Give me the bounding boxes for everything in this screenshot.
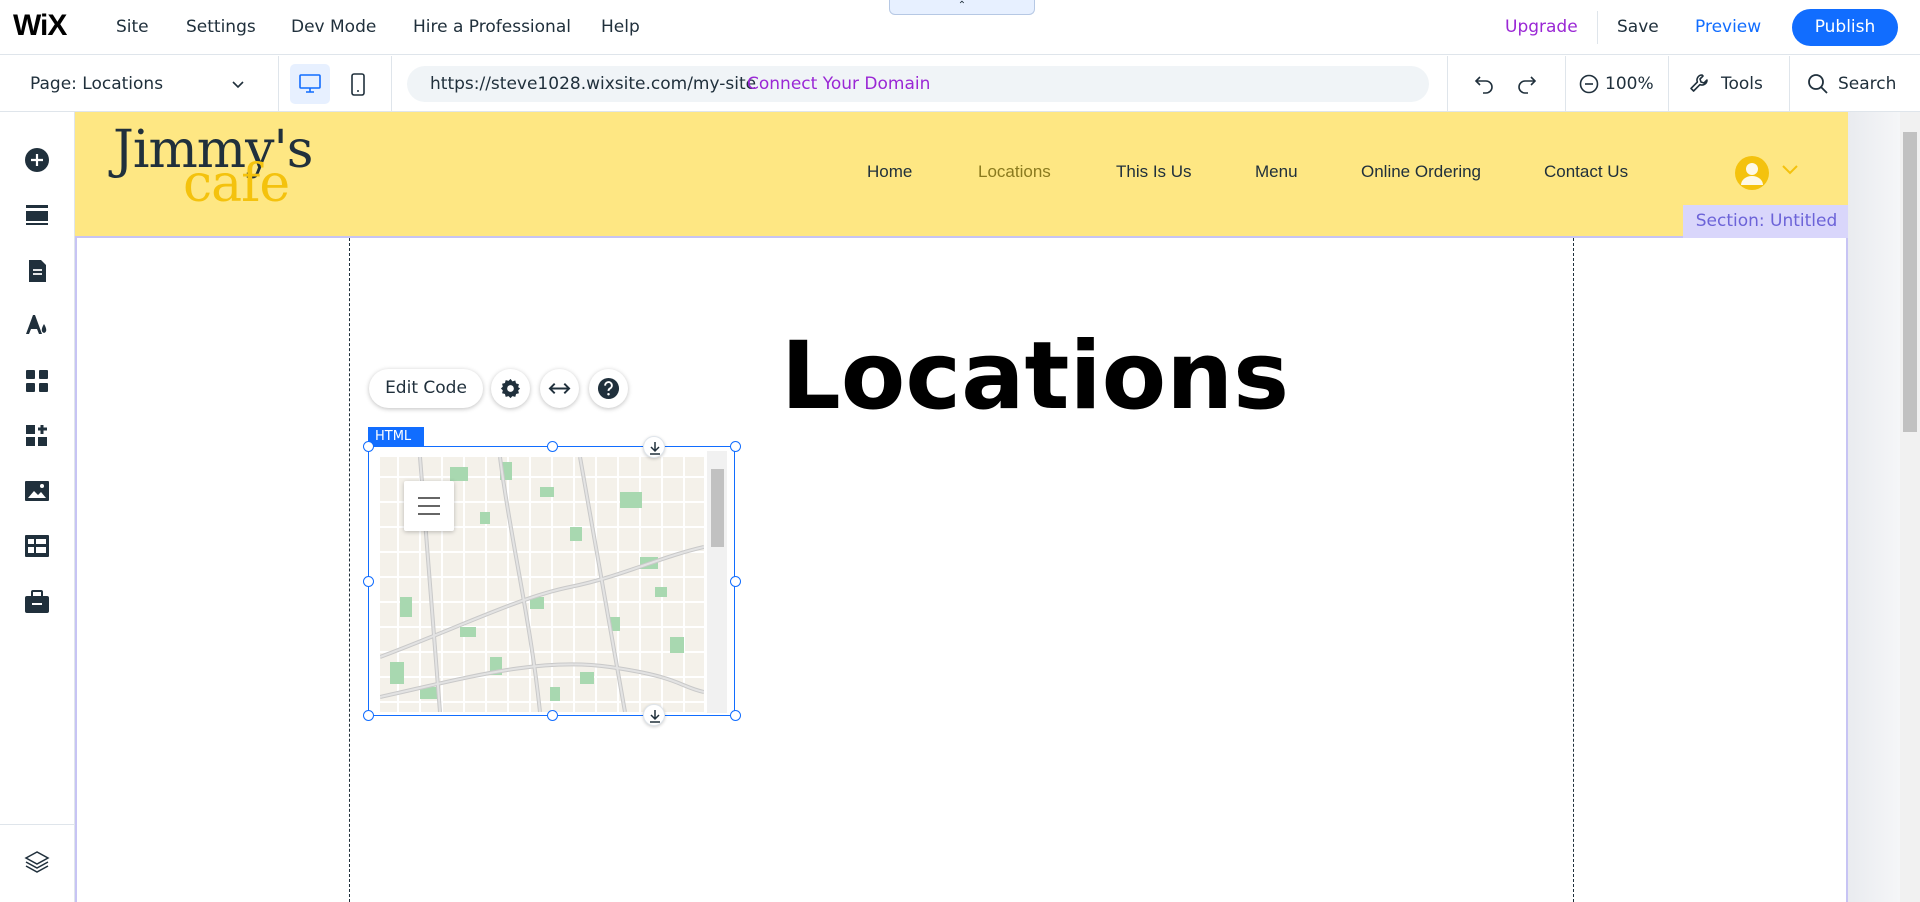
divider [1597, 11, 1598, 44]
business-icon[interactable] [24, 589, 50, 615]
add-icon[interactable] [24, 147, 50, 173]
resize-handle-bottom[interactable] [547, 710, 558, 721]
canvas-gutter [1848, 112, 1900, 902]
media-icon[interactable] [24, 478, 50, 504]
search-icon[interactable] [1806, 72, 1830, 96]
grid-line-right [1573, 238, 1574, 902]
embed-scrollbar[interactable] [707, 451, 727, 713]
download-icon [650, 442, 660, 455]
divider [278, 56, 279, 112]
divider [1565, 56, 1566, 112]
site-menu-menu[interactable]: Menu [1255, 162, 1298, 182]
resize-handle-top-left[interactable] [363, 441, 374, 452]
member-avatar[interactable] [1735, 156, 1769, 190]
site-header[interactable]: Jimmy's cafe Home Locations This Is Us M… [75, 112, 1848, 238]
section-label[interactable]: Section: Untitled [1683, 205, 1848, 238]
preview-button[interactable]: Preview [1695, 17, 1761, 37]
collapse-toolbar-handle[interactable]: ⌃ [889, 0, 1035, 15]
resize-handle-bottom-right[interactable] [730, 710, 741, 721]
save-button[interactable]: Save [1617, 17, 1659, 37]
user-icon [1741, 163, 1763, 185]
pages-icon[interactable] [24, 258, 50, 284]
zoom-level[interactable]: 100% [1605, 74, 1654, 94]
embedded-map[interactable] [380, 457, 704, 712]
menu-hire-professional[interactable]: Hire a Professional [413, 17, 571, 37]
hamburger-icon [418, 497, 440, 515]
site-menu-locations[interactable]: Locations [978, 162, 1051, 182]
sections-icon[interactable] [24, 202, 50, 228]
desktop-icon [299, 74, 321, 93]
chevron-down-icon[interactable] [1781, 164, 1799, 176]
search-button[interactable]: Search [1838, 74, 1896, 94]
page-selector[interactable]: Page: Locations [30, 74, 163, 94]
mobile-icon [351, 73, 365, 96]
tools-button[interactable]: Tools [1721, 74, 1763, 94]
site-url: https://steve1028.wixsite.com/my-site [430, 74, 757, 94]
download-icon [650, 710, 660, 723]
html-embed-element[interactable] [363, 436, 741, 726]
resize-handle-top-right[interactable] [730, 441, 741, 452]
divider [1447, 56, 1448, 112]
desktop-view-button[interactable] [290, 64, 330, 104]
editor-top-bar: WiX Site Settings Dev Mode Hire a Profes… [0, 0, 1920, 55]
embed-scrollbar-thumb[interactable] [711, 469, 724, 547]
resize-handle-bottom-left[interactable] [363, 710, 374, 721]
settings-button[interactable] [491, 369, 530, 408]
redo-icon[interactable] [1515, 72, 1539, 96]
menu-dev-mode[interactable]: Dev Mode [291, 17, 376, 37]
undo-icon[interactable] [1472, 72, 1496, 96]
site-logo-line2[interactable]: cafe [183, 154, 290, 214]
page-heading[interactable]: Locations [715, 322, 1355, 431]
site-url-bar[interactable]: https://steve1028.wixsite.com/my-site Co… [407, 66, 1429, 102]
gear-icon [500, 378, 521, 399]
upgrade-link[interactable]: Upgrade [1505, 17, 1578, 37]
html-element-tag: HTML [368, 427, 424, 446]
site-menu-online-ordering[interactable]: Online Ordering [1361, 162, 1481, 182]
publish-button[interactable]: Publish [1792, 9, 1898, 46]
design-icon[interactable] [24, 312, 50, 338]
divider [0, 824, 75, 825]
menu-settings[interactable]: Settings [186, 17, 256, 37]
left-sidebar [0, 112, 75, 902]
site-menu-contact-us[interactable]: Contact Us [1544, 162, 1628, 182]
chevron-down-icon[interactable] [230, 76, 246, 92]
menu-site[interactable]: Site [116, 17, 149, 37]
site-menu-home[interactable]: Home [867, 162, 912, 182]
anchor-bottom-button[interactable] [643, 704, 665, 726]
apps-icon[interactable] [24, 368, 50, 394]
cms-icon[interactable] [24, 533, 50, 559]
divider [1668, 56, 1669, 112]
site-menu-this-is-us[interactable]: This Is Us [1116, 162, 1192, 182]
help-button[interactable] [589, 369, 628, 408]
mobile-view-button[interactable] [343, 64, 373, 104]
map-menu-button[interactable] [404, 481, 454, 531]
help-icon [597, 377, 620, 400]
editor-scrollbar-thumb[interactable] [1903, 132, 1917, 432]
connect-domain-link[interactable]: Connect Your Domain [747, 74, 930, 94]
menu-help[interactable]: Help [601, 17, 640, 37]
editor-secondary-bar: Page: Locations https://steve1028.wixsit… [0, 56, 1920, 112]
wix-logo[interactable]: WiX [13, 9, 67, 43]
tools-icon[interactable] [1688, 72, 1712, 96]
edit-code-button[interactable]: Edit Code [369, 369, 483, 408]
add-apps-icon[interactable] [24, 423, 50, 449]
stretch-icon [548, 383, 571, 394]
editor-canvas: Jimmy's cafe Home Locations This Is Us M… [75, 112, 1848, 902]
editor-scrollbar[interactable] [1900, 112, 1920, 902]
divider [391, 56, 392, 112]
zoom-out-icon[interactable] [1578, 73, 1600, 95]
resize-handle-top[interactable] [547, 441, 558, 452]
stretch-button[interactable] [540, 369, 579, 408]
resize-handle-right[interactable] [730, 576, 741, 587]
divider [1789, 56, 1790, 112]
resize-handle-left[interactable] [363, 576, 374, 587]
grid-line-left [349, 238, 350, 902]
layers-icon[interactable] [24, 849, 50, 875]
heading-container: Locations [715, 322, 1355, 431]
anchor-top-button[interactable] [643, 436, 665, 458]
